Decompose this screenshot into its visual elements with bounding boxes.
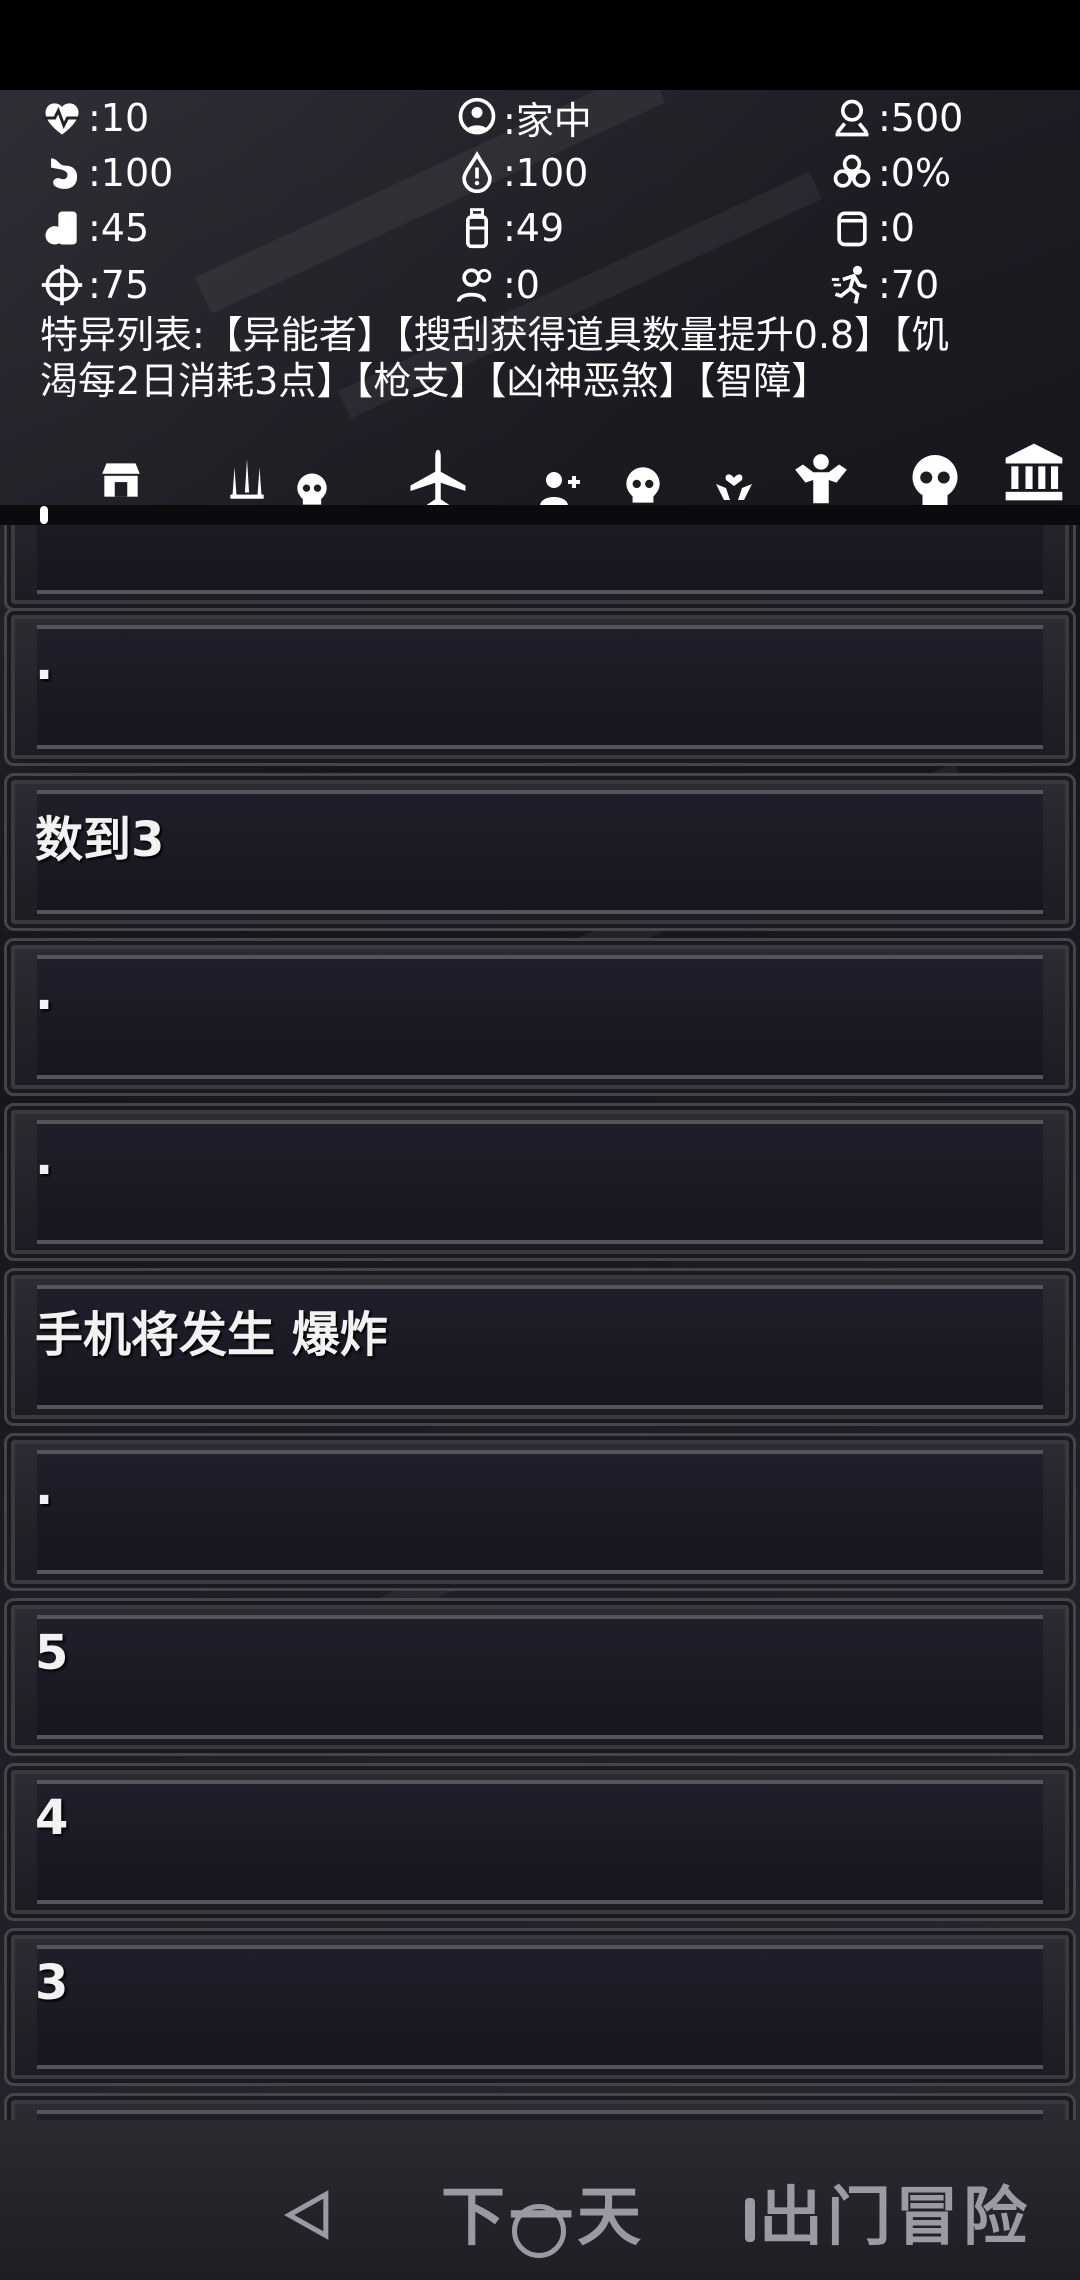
food-can-icon (38, 204, 86, 252)
list-item: . (4, 1433, 1076, 1591)
stat-food: :45 (38, 200, 149, 255)
list-item: 数到3 (4, 773, 1076, 931)
water-drop-icon (453, 149, 501, 197)
stat-location: :家中 (453, 90, 592, 145)
home-circle-icon[interactable] (512, 2204, 566, 2258)
traits-list: 特异列表:【异能者】【搜刮获得道具数量提升0.8】【饥 渴每2日消耗3点】【枪支… (40, 312, 1050, 404)
event-log[interactable]: . 数到3 . . 手机将发生 爆炸 . 5 4 3 (0, 525, 1080, 2120)
stat-health: :10 (38, 90, 149, 145)
globe-person-icon (453, 94, 501, 142)
list-item: . (4, 938, 1076, 1096)
go-out-button[interactable]: 出门冒险 (745, 2172, 1027, 2255)
back-icon[interactable] (280, 2185, 335, 2245)
running-person-icon (828, 261, 876, 309)
stat-infection: :0% (828, 145, 951, 200)
stat-distance: :500 (828, 90, 963, 145)
crosshair-icon (38, 261, 86, 309)
stomach-icon (38, 149, 86, 197)
stat-agility: :70 (828, 257, 939, 312)
stats-panel: :10 :家中 :500 :100 :100 :0% :45 :49 :0 :7… (38, 90, 1048, 315)
traits-line-2: 渴每2日消耗3点】【枪支】【凶神恶煞】【智障】 (40, 359, 830, 403)
list-item (4, 2093, 1076, 2120)
toolbar-scroll-track (0, 505, 1080, 525)
toolbar-scroll-indicator[interactable] (40, 506, 48, 524)
stat-thirst: :100 (453, 145, 588, 200)
stat-hunger: :100 (38, 145, 173, 200)
people-icon (453, 261, 501, 309)
go-out-label: 出门冒险 (759, 2181, 1031, 2255)
list-item: 5 (4, 1598, 1076, 1756)
box-icon (828, 204, 876, 252)
location-pin-icon (828, 94, 876, 142)
list-item: . (4, 1103, 1076, 1261)
bank-icon[interactable] (1000, 432, 1068, 512)
list-item: 4 (4, 1763, 1076, 1921)
biohazard-icon (828, 149, 876, 197)
bottom-bar: 下一天 出门冒险 (0, 2120, 1080, 2280)
traits-line-1: 特异列表:【异能者】【搜刮获得道具数量提升0.8】【饥 (40, 313, 950, 357)
list-item: 手机将发生 爆炸 (4, 1268, 1076, 1426)
stat-supplies: :0 (828, 200, 915, 255)
water-bottle-icon (453, 204, 501, 252)
stat-accuracy: :75 (38, 257, 149, 312)
recent-apps-icon (745, 2198, 755, 2242)
heartbeat-icon (38, 94, 86, 142)
stat-water: :49 (453, 200, 564, 255)
status-bar (0, 0, 1080, 90)
list-item (4, 525, 1076, 611)
list-item: 3 (4, 1928, 1076, 2086)
list-item: . (4, 608, 1076, 766)
stat-companions: :0 (453, 257, 540, 312)
